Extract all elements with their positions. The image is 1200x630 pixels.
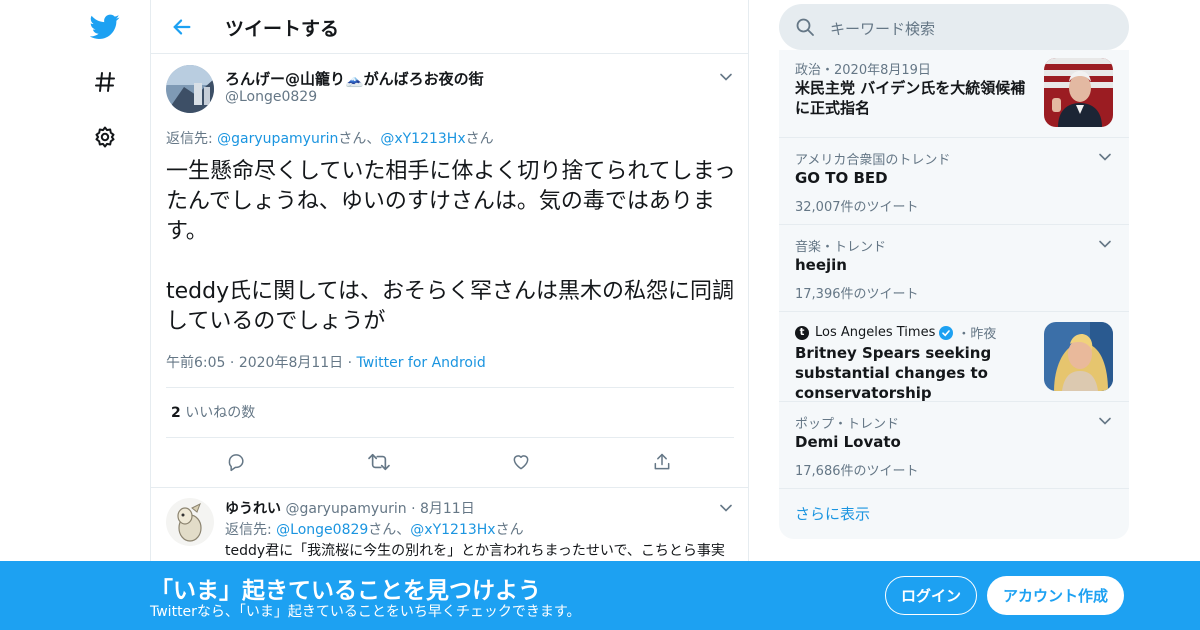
trend-title: heejin [795,256,847,274]
reply-to-suffix: さん [495,522,524,538]
likes-number: 2 [171,405,181,421]
meta-dot: · [411,501,416,517]
reply-to-user-link[interactable]: @garyupamyurin [217,131,338,147]
trend-image [1044,322,1113,391]
trend-image [1044,58,1113,127]
trend-item[interactable]: アメリカ合衆国のトレンド GO TO BED 32,007件のツイート [779,138,1129,225]
meta-dot: · [347,355,353,371]
likes-label: いいねの数 [185,405,256,421]
news-source-logo-icon: t [795,325,809,340]
verified-badge-icon [939,325,954,340]
gear-icon[interactable] [88,120,122,154]
chevron-down-icon[interactable] [1097,236,1113,252]
trend-title: Demi Lovato [795,433,901,451]
news-source-name: Los Angeles Times [815,325,936,340]
login-button[interactable]: ログイン [885,576,977,615]
reply-to-prefix: 返信先: [166,131,218,147]
search-input[interactable]: キーワード検索 [830,18,935,39]
banner-subtitle: Twitterなら、「いま」起きていることをいち早くチェックできます。 [150,604,581,620]
author-handle[interactable]: @Longe0829 [225,89,317,105]
divider [166,387,734,388]
likes-count[interactable]: 2 いいねの数 [171,402,255,422]
avatar[interactable] [166,498,214,546]
trend-title: 米民主党 バイデン氏を大統領候補に正式指名 [795,79,1026,117]
reply-to-prefix: 返信先: [225,522,277,538]
meta-dot: · [229,355,235,371]
tweet-time[interactable]: 午前6:05 [166,355,225,371]
trend-item[interactable]: ポップ・トレンド Demi Lovato 17,686件のツイート [779,402,1129,489]
trend-count: 32,007件のツイート [795,200,919,215]
main-column: ツイートする ろんげー@山籠り🗻がんばろお夜の街 @Longe0829 返信先:… [150,0,749,630]
reply-date[interactable]: 8月11日 [420,501,475,517]
trend-item[interactable]: 政治・2020年8月19日 米民主党 バイデン氏を大統領候補に正式指名 [779,50,1129,138]
page-title: ツイートする [225,18,340,40]
chevron-down-icon[interactable] [718,69,734,85]
reply-header: ゆうれい @garyupamyurin · 8月11日 [225,498,475,518]
avatar[interactable] [166,65,214,113]
trend-count: 17,396件のツイート [795,287,919,302]
search-bar[interactable]: キーワード検索 [779,4,1129,50]
signup-banner: 「いま」起きていることを見つけよう Twitterなら、「いま」起きていることを… [0,561,1200,630]
trend-context: 音楽・トレンド [795,240,887,255]
reply-to-suffix: さん [465,131,494,147]
tweet-meta: 午前6:05 · 2020年8月11日 · Twitter for Androi… [166,352,486,372]
reply-to-separator: さん、 [368,522,411,538]
tweet-source-link[interactable]: Twitter for Android [357,355,486,371]
chevron-down-icon[interactable] [1097,149,1113,165]
news-time: ・昨夜 [957,327,997,342]
signup-button[interactable]: アカウント作成 [987,576,1124,615]
trend-context: ポップ・トレンド [795,417,900,432]
back-arrow-icon[interactable] [169,14,195,40]
trend-title: GO TO BED [795,169,888,187]
trend-count: 17,686件のツイート [795,464,919,479]
twitter-bird-icon[interactable] [88,10,122,44]
trend-item[interactable]: t Los Angeles Times ・昨夜 Britney Spears s… [779,312,1129,402]
reply-to-separator: さん、 [338,131,381,147]
page-header: ツイートする [151,0,749,54]
reply-to-line: 返信先: @garyupamyurinさん、@xY1213Hxさん [166,128,494,148]
heart-icon[interactable] [509,450,533,474]
banner-title: 「いま」起きていることを見つけよう [150,578,541,604]
trends-panel: 政治・2020年8月19日 米民主党 バイデン氏を大統領候補に正式指名 アメリカ… [779,50,1129,539]
reply-text: teddy君に「我流桜に今生の別れを」とか言われちまったせいで、こちとら事実 [225,543,725,559]
trend-context: t Los Angeles Times ・昨夜 [795,323,996,342]
show-more-link[interactable]: さらに表示 [795,503,870,524]
trend-context: アメリカ合衆国のトレンド [795,153,951,168]
chevron-down-icon[interactable] [1097,413,1113,429]
chevron-down-icon[interactable] [718,500,734,516]
reply-to-user-link[interactable]: @Longe0829 [276,522,368,538]
reply-author-handle[interactable]: @garyupamyurin [285,501,406,517]
retweet-icon[interactable] [367,450,391,474]
trend-context: 政治・2020年8月19日 [795,63,931,78]
tweet-text: 一生懸命尽くしていた相手に体よく切り捨てられてしまったんでしょうね、ゆいのすけさ… [166,159,736,334]
tweet-date[interactable]: 2020年8月11日 [239,355,343,371]
share-icon[interactable] [650,450,674,474]
trend-item[interactable]: 音楽・トレンド heejin 17,396件のツイート [779,225,1129,312]
reply-to-user-link[interactable]: @xY1213Hx [380,131,465,147]
divider [166,437,734,438]
trend-title: Britney Spears seeking substantial chang… [795,344,992,402]
search-icon [795,17,815,37]
reply-icon[interactable] [225,450,249,474]
author-name[interactable]: ろんげー@山籠り🗻がんばろお夜の街 [225,68,484,89]
reply-author-name[interactable]: ゆうれい [225,501,281,517]
reply-to-line: 返信先: @Longe0829さん、@xY1213Hxさん [225,519,524,539]
left-nav [0,0,150,630]
reply-to-user-link[interactable]: @xY1213Hx [410,522,495,538]
hashtag-icon[interactable] [88,65,122,99]
